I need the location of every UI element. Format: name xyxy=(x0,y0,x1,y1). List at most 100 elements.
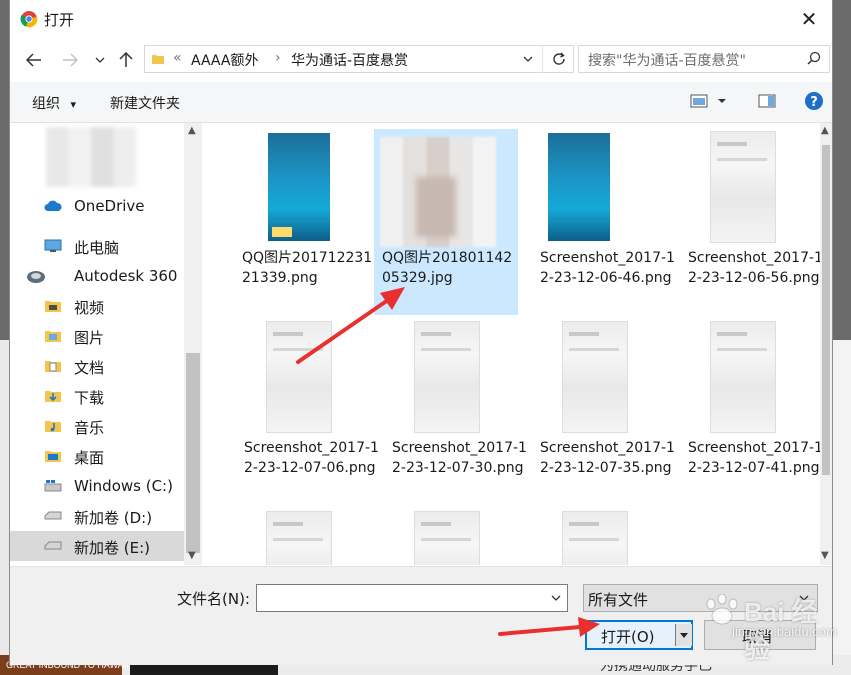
sidebar-item-label: OneDrive xyxy=(74,197,145,215)
search-icon[interactable] xyxy=(807,51,821,65)
file-name: Screenshot_2017-12-23-12-06-46.png xyxy=(540,250,675,286)
close-button[interactable]: ✕ xyxy=(786,0,832,38)
search-placeholder: 搜索"华为通话-百度悬赏" xyxy=(588,53,746,69)
file-item[interactable] xyxy=(374,503,518,565)
scroll-up-icon[interactable]: ▲ xyxy=(188,125,196,136)
recent-locations-button[interactable] xyxy=(88,48,112,72)
navigation-pane[interactable]: OneDrive 此电脑 Autodesk 360 视频 图片 文档 下载 音乐… xyxy=(10,123,202,565)
file-type-select[interactable]: 所有文件 xyxy=(583,584,818,612)
forward-arrow-icon xyxy=(63,53,78,67)
sidebar-item-autodesk[interactable]: Autodesk 360 xyxy=(10,261,184,291)
organize-menu[interactable]: 组织 ▾ xyxy=(32,93,76,113)
file-name: QQ图片20171223121339.png xyxy=(242,250,373,286)
breadcrumb-separator[interactable]: › xyxy=(275,50,281,66)
sidebar-item-label: 新加卷 (D:) xyxy=(74,509,153,527)
scroll-down-icon[interactable]: ▼ xyxy=(188,550,196,561)
chrome-icon xyxy=(20,11,38,28)
command-bar: 组织 ▾ 新建文件夹 ? xyxy=(10,82,832,123)
file-item-selected[interactable]: QQ图片20180114205329.jpg xyxy=(374,129,518,315)
breadcrumb-current[interactable]: 华为通话-百度悬赏 xyxy=(291,50,408,70)
refresh-icon xyxy=(553,52,565,65)
sidebar-item-music[interactable]: 音乐 xyxy=(10,411,184,441)
chevron-down-icon xyxy=(95,57,105,63)
scroll-down-icon[interactable]: ▼ xyxy=(821,550,829,561)
sidebar-item-label: 文档 xyxy=(74,359,105,377)
open-file-dialog: 打开 ✕ « AAAA额外 › 华为通话-百度悬赏 搜索"华为通话-百度悬赏" … xyxy=(10,0,832,665)
file-item[interactable]: Screenshot_2017-12-23-12-07-35.png xyxy=(522,313,675,503)
filename-input[interactable] xyxy=(257,585,545,609)
blurred-quick-access xyxy=(46,127,136,187)
pictures-folder-icon xyxy=(45,331,61,342)
sidebar-item-label: Autodesk 360 xyxy=(74,267,178,285)
svg-text:?: ? xyxy=(810,95,818,110)
search-box[interactable]: 搜索"华为通话-百度悬赏" xyxy=(578,45,830,73)
file-name: Screenshot_2017-12-23-12-07-30.png xyxy=(392,440,527,476)
sidebar-item-label: Windows (C:) xyxy=(74,477,173,495)
refresh-button[interactable] xyxy=(542,45,575,73)
chevron-down-icon[interactable] xyxy=(523,56,533,62)
breadcrumb-aaaa[interactable]: AAAA额外 xyxy=(191,50,258,70)
file-item[interactable] xyxy=(226,503,370,565)
file-item[interactable]: QQ图片20171223121339.png xyxy=(226,123,372,313)
new-folder-button[interactable]: 新建文件夹 xyxy=(110,93,180,113)
cancel-button[interactable]: 取消 xyxy=(704,620,816,650)
view-options-button[interactable] xyxy=(690,94,726,112)
file-name: Screenshot_2017-12-23-12-07-41.png xyxy=(688,440,820,476)
sidebar-item-downloads[interactable]: 下载 xyxy=(10,381,184,411)
scroll-up-icon[interactable]: ▲ xyxy=(821,125,829,136)
file-item[interactable]: Screenshot_2017-12-23-12-06-56.png xyxy=(670,123,820,313)
file-thumbnail xyxy=(562,511,628,565)
file-list-scrollbar[interactable]: ▲ ▼ xyxy=(820,123,832,565)
file-item[interactable] xyxy=(522,503,666,565)
window-title: 打开 xyxy=(44,11,75,29)
help-button[interactable]: ? xyxy=(804,91,824,115)
file-item[interactable]: Screenshot_2017-12-23-12-07-41.png xyxy=(670,313,820,503)
filename-combobox[interactable] xyxy=(256,584,568,612)
file-thumbnail xyxy=(548,133,610,241)
file-item[interactable]: Screenshot_2017-12-23-12-07-06.png xyxy=(226,313,379,503)
file-item[interactable]: Screenshot_2017-12-23-12-07-30.png xyxy=(374,313,527,503)
video-folder-icon xyxy=(45,301,61,312)
file-thumbnail xyxy=(562,321,628,433)
title-bar[interactable]: 打开 ✕ xyxy=(10,0,832,38)
autodesk-icon xyxy=(27,271,45,283)
file-type-value: 所有文件 xyxy=(588,591,649,609)
scrollbar-thumb[interactable] xyxy=(186,353,200,553)
back-button[interactable] xyxy=(22,48,46,72)
chevron-down-icon[interactable] xyxy=(551,595,561,601)
up-button[interactable] xyxy=(114,48,138,72)
downloads-folder-icon xyxy=(45,391,61,402)
sidebar-item-label: 音乐 xyxy=(74,419,105,437)
sidebar-item-desktop[interactable]: 桌面 xyxy=(10,441,184,471)
file-name: Screenshot_2017-12-23-12-07-06.png xyxy=(244,440,379,476)
file-list[interactable]: QQ图片20171223121339.png QQ图片2018011420532… xyxy=(204,123,820,565)
sidebar-item-drive-c[interactable]: Windows (C:) xyxy=(10,471,184,501)
file-thumbnail xyxy=(266,321,332,433)
chevron-down-icon: ▾ xyxy=(70,98,76,111)
organize-label: 组织 xyxy=(32,96,60,112)
file-item[interactable]: Screenshot_2017-12-23-12-06-46.png xyxy=(522,123,675,313)
address-overflow[interactable]: « xyxy=(173,50,182,66)
sidebar-item-documents[interactable]: 文档 xyxy=(10,351,184,381)
background-left-strip xyxy=(0,340,10,675)
sidebar-item-this-pc[interactable]: 此电脑 xyxy=(10,231,184,261)
help-icon: ? xyxy=(805,92,823,110)
desktop-folder-icon xyxy=(45,451,61,462)
open-dropdown-button[interactable] xyxy=(675,624,692,646)
sidebar-item-pictures[interactable]: 图片 xyxy=(10,321,184,351)
up-arrow-icon xyxy=(119,52,133,67)
sidebar-item-drive-e[interactable]: 新加卷 (E:) xyxy=(10,531,184,561)
address-bar[interactable]: « AAAA额外 › 华为通话-百度悬赏 xyxy=(144,45,574,73)
sidebar-scrollbar[interactable]: ▲ ▼ xyxy=(184,123,202,565)
open-button[interactable]: 打开(O) xyxy=(585,620,693,650)
preview-pane-icon xyxy=(758,94,776,108)
preview-pane-button[interactable] xyxy=(758,94,776,112)
forward-button[interactable] xyxy=(58,48,82,72)
scrollbar-thumb[interactable] xyxy=(822,145,830,475)
file-thumbnail xyxy=(710,321,776,433)
sidebar-item-drive-d[interactable]: 新加卷 (D:) xyxy=(10,501,184,531)
sidebar-item-videos[interactable]: 视频 xyxy=(10,291,184,321)
sidebar-item-onedrive[interactable]: OneDrive xyxy=(10,191,184,221)
chevron-down-icon xyxy=(680,632,688,638)
windows-drive-icon xyxy=(44,480,62,492)
